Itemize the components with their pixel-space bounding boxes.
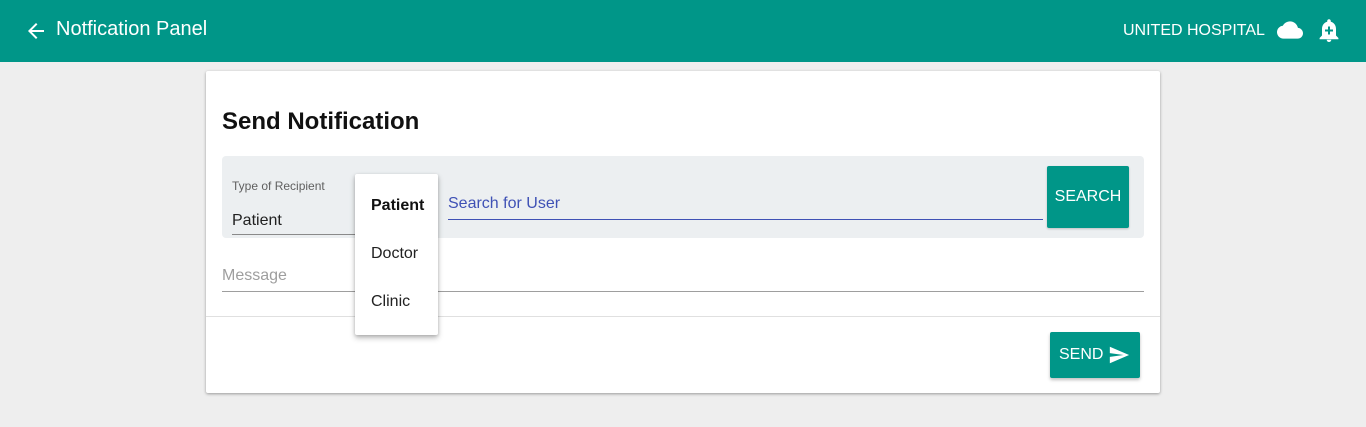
- recipient-type-menu: Patient Doctor Clinic: [355, 174, 438, 335]
- search-user-input[interactable]: [448, 188, 1043, 219]
- send-button[interactable]: SEND: [1050, 332, 1140, 378]
- app-bar: Notfication Panel UNITED HOSPITAL: [0, 0, 1366, 62]
- send-button-label: SEND: [1059, 346, 1104, 363]
- search-button[interactable]: SEARCH: [1047, 166, 1129, 228]
- arrow-left-icon[interactable]: [24, 19, 48, 43]
- bell-plus-icon[interactable]: [1317, 17, 1341, 43]
- send-notification-card: Send Notification Type of Recipient Pati…: [206, 71, 1160, 393]
- send-icon: [1109, 346, 1130, 364]
- menu-item-doctor[interactable]: Doctor: [355, 230, 438, 278]
- recipient-type-value: Patient: [232, 212, 282, 229]
- menu-item-clinic[interactable]: Clinic: [355, 278, 438, 326]
- search-field: [448, 188, 1043, 220]
- recipient-type-select[interactable]: Type of Recipient Patient: [232, 172, 356, 235]
- hospital-name: UNITED HOSPITAL: [1123, 22, 1265, 39]
- menu-item-patient[interactable]: Patient: [355, 182, 438, 230]
- recipient-type-label: Type of Recipient: [232, 179, 325, 193]
- card-title: Send Notification: [222, 108, 420, 135]
- page-title: Notfication Panel: [56, 18, 208, 40]
- card-divider: [206, 316, 1160, 317]
- search-underline: [448, 219, 1043, 220]
- cloud-icon: [1277, 21, 1303, 39]
- select-underline: [232, 234, 356, 235]
